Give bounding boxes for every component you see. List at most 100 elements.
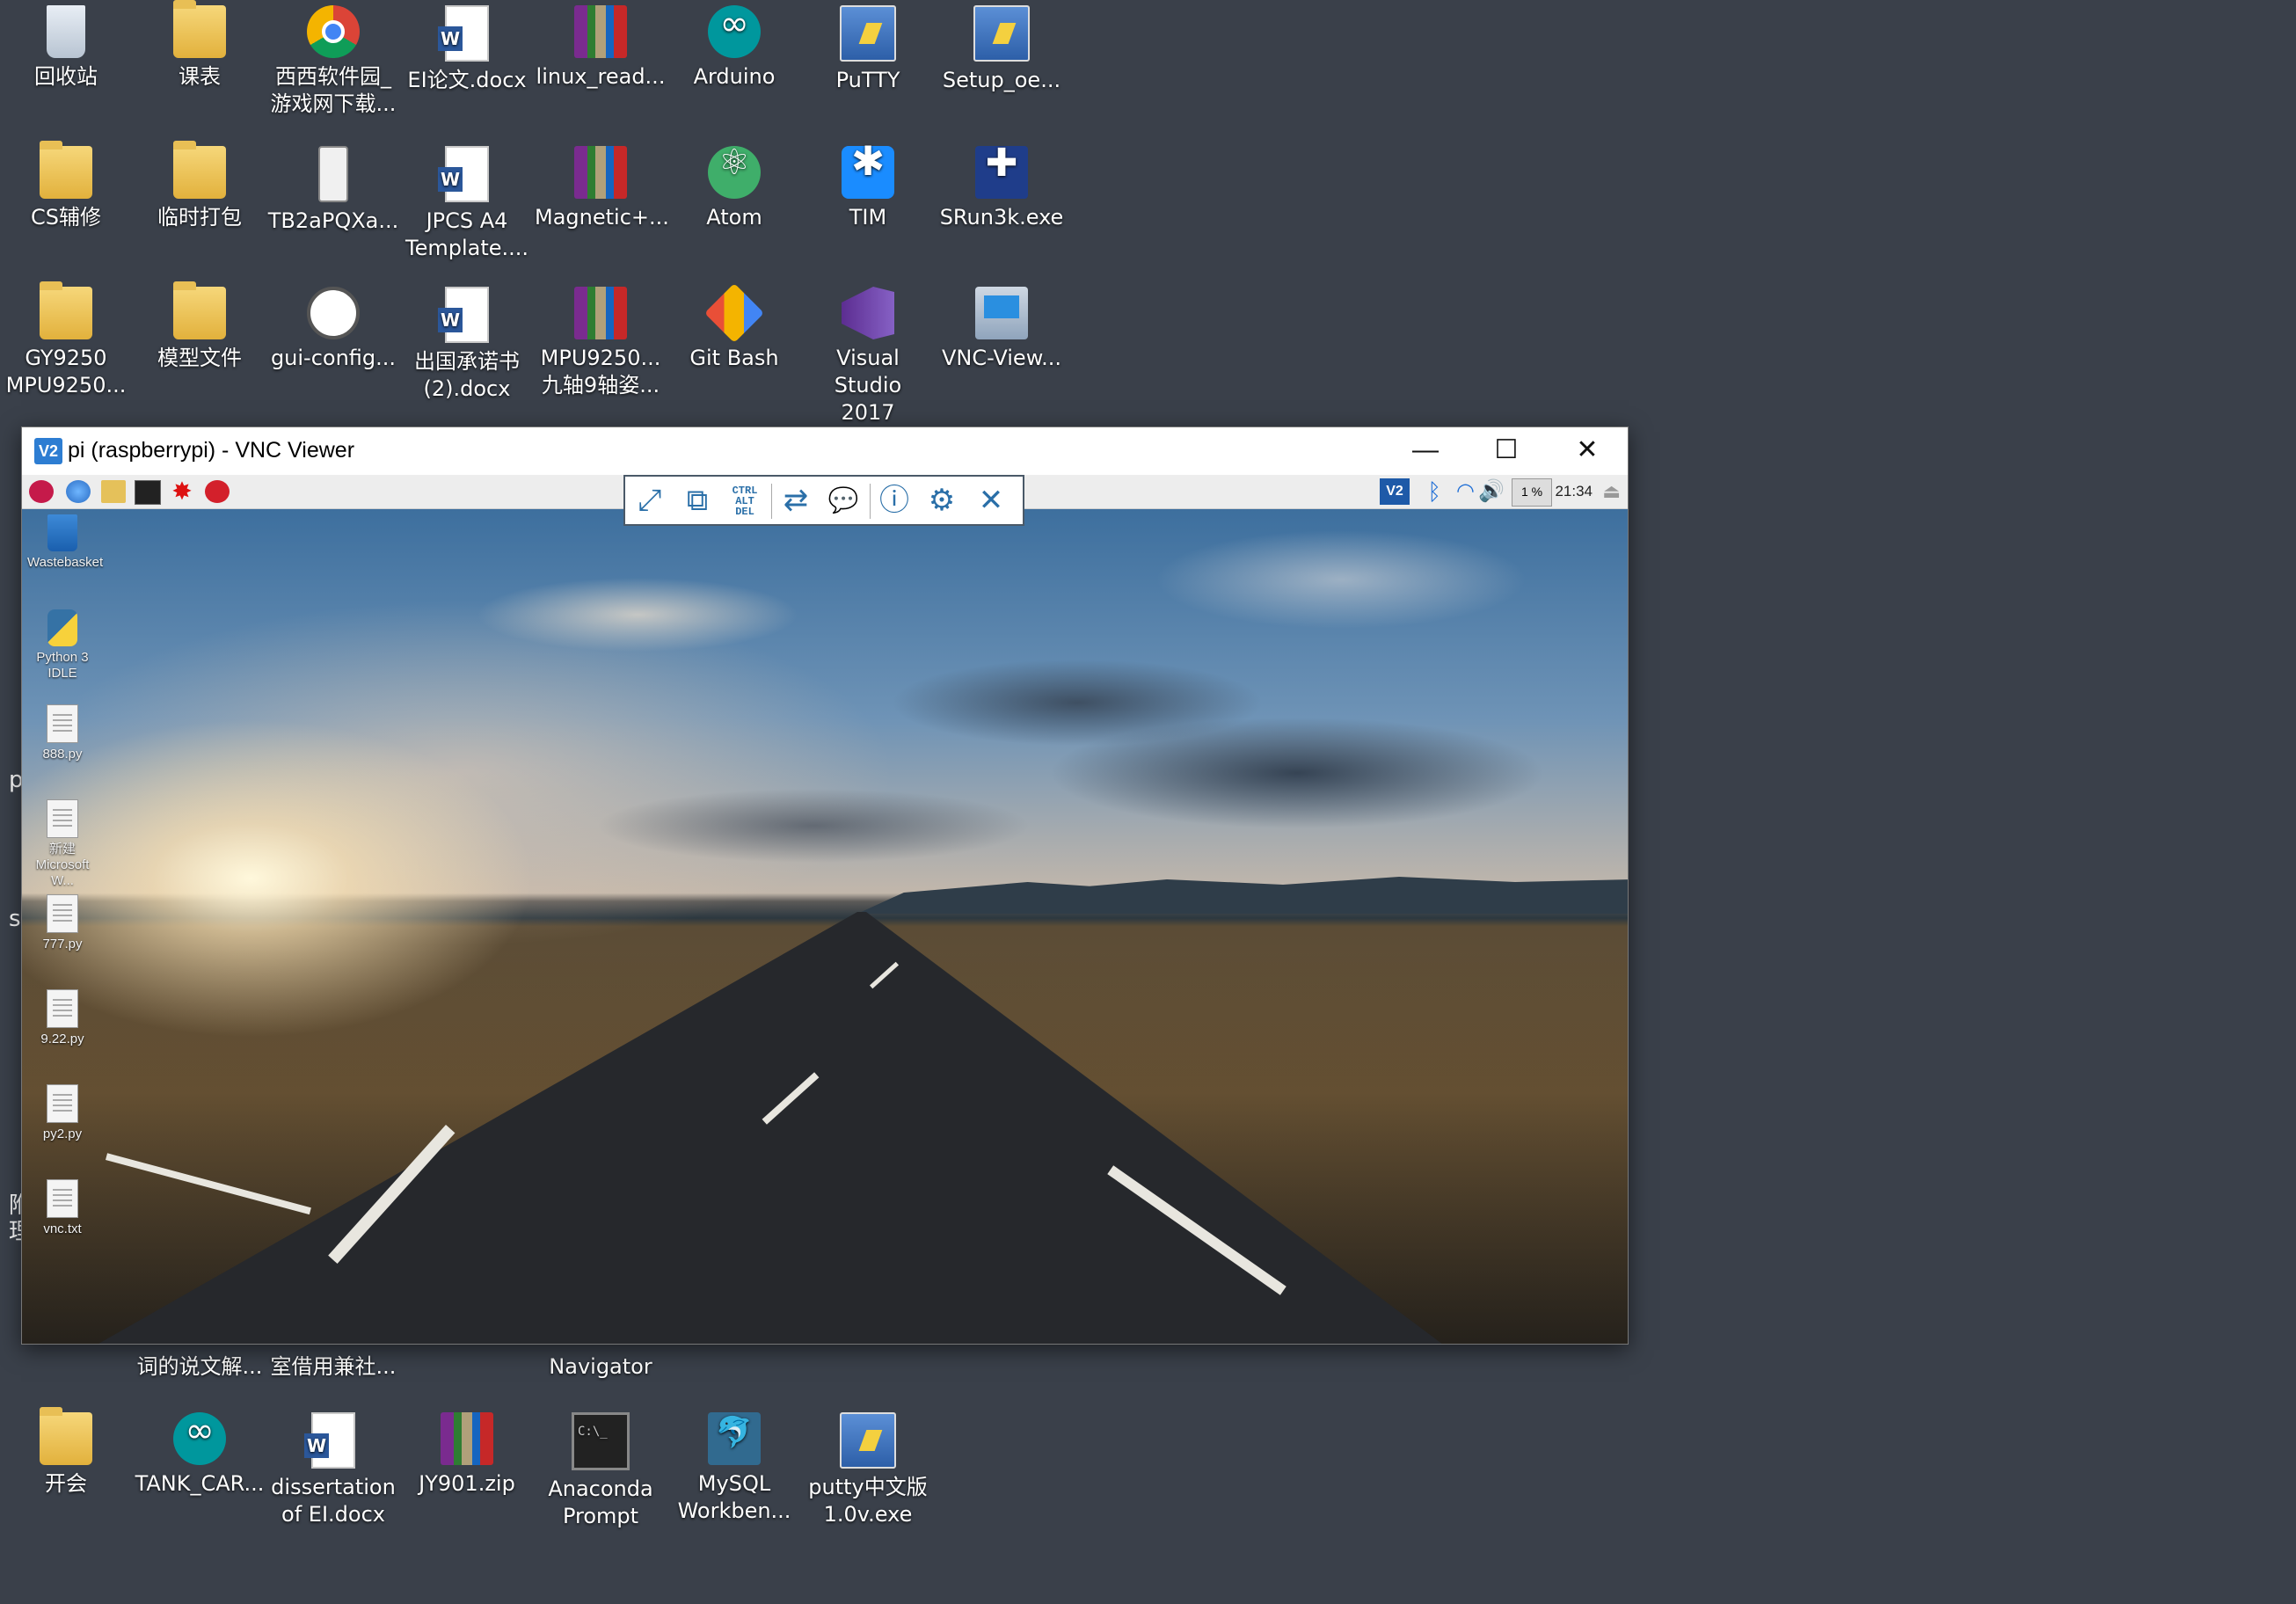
desktop-shortcut[interactable]: Git Bash (668, 281, 800, 372)
gui-config-icon (307, 287, 360, 339)
desktop-shortcut[interactable]: putty中文版 1.0v.exe (802, 1407, 934, 1528)
desktop-shortcut[interactable]: Arduino (668, 0, 800, 91)
settings-button[interactable]: ⚙ (922, 483, 961, 518)
bluetooth-icon[interactable]: ᛒ (1427, 478, 1441, 505)
shortcut-label: Visual Studio 2017 (834, 346, 902, 425)
file-icon (47, 1179, 78, 1218)
pi-desktop-icon[interactable]: 新建 Microsoft W... (27, 799, 98, 889)
desktop-shortcut[interactable]: GY9250 MPU9250... (0, 281, 132, 399)
desktop-shortcut[interactable]: gui-config... (267, 281, 399, 372)
desktop-shortcut[interactable]: 课表 (134, 0, 266, 91)
clock[interactable]: 21:34 (1555, 478, 1593, 505)
shortcut-label: 回收站 (34, 64, 98, 89)
info-button[interactable]: ⓘ (875, 483, 914, 518)
partial-shortcut-label[interactable]: 词的说文解... (134, 1353, 266, 1381)
shortcut-label: 模型文件 (157, 346, 242, 370)
title-bar[interactable]: V2 pi (raspberrypi) - VNC Viewer — ☐ ✕ (22, 427, 1628, 475)
desktop-shortcut[interactable]: 开会 (0, 1407, 132, 1498)
pi-icon-label: Python 3 IDLE (36, 650, 89, 681)
file-manager-icon[interactable] (101, 480, 126, 503)
cpu-usage-monitor: 1 % (1512, 478, 1552, 507)
pi-desktop-icon[interactable]: vnc.txt (27, 1179, 98, 1237)
desktop-shortcut[interactable]: CS辅修 (0, 141, 132, 231)
setup-installer-icon (973, 5, 1030, 62)
folder-icon (40, 281, 92, 339)
desktop-shortcut[interactable]: 出国承诺书 (2).docx (401, 281, 533, 403)
close-button[interactable]: ✕ (1547, 427, 1628, 475)
word-document-icon (438, 287, 489, 343)
desktop-shortcut[interactable]: VNC-View... (936, 281, 1068, 372)
desktop-shortcut[interactable]: linux_read... (535, 0, 667, 91)
shortcut-label: TANK_CAR... (135, 1471, 265, 1496)
partial-shortcut-label[interactable]: 室借用兼社... (267, 1353, 399, 1381)
desktop-shortcut[interactable]: TIM (802, 141, 934, 231)
eject-icon[interactable]: ⏏ (1602, 478, 1621, 505)
ctrl-alt-del-button[interactable]: CTRL ALT DEL (725, 483, 764, 521)
desktop-shortcut[interactable]: SRun3k.exe (936, 141, 1068, 231)
terminal-icon[interactable] (135, 480, 161, 505)
desktop-shortcut[interactable]: 临时打包 (134, 141, 266, 231)
pi-desktop-icon[interactable]: 777.py (27, 894, 98, 952)
desktop-shortcut[interactable]: 西西软件园_ 游戏网下载... (267, 0, 399, 118)
desktop-shortcut[interactable]: TANK_CAR... (134, 1407, 266, 1498)
file-icon (47, 989, 78, 1028)
shortcut-label: PuTTY (835, 68, 900, 92)
shortcut-label: JPCS A4 Template.... (405, 208, 529, 260)
scale-button[interactable]: ⧉ (678, 483, 717, 518)
desktop-shortcut[interactable]: TB2aPQXa... (267, 141, 399, 235)
desktop-shortcut[interactable]: JY901.zip (401, 1407, 533, 1498)
pi-desktop-icon[interactable]: 9.22.py (27, 989, 98, 1047)
vnc-viewer-window[interactable]: V2 pi (raspberrypi) - VNC Viewer — ☐ ✕ ✸… (21, 427, 1629, 1345)
minimize-button[interactable]: — (1385, 427, 1466, 475)
wastebasket-icon (47, 514, 77, 551)
pi-icon-label: 888.py (42, 747, 83, 762)
desktop-shortcut[interactable]: PuTTY (802, 0, 934, 94)
file-transfer-button[interactable]: ⇄ (776, 483, 815, 518)
pi-desktop-icon[interactable]: 888.py (27, 704, 98, 762)
shortcut-label: 出国承诺书 (2).docx (414, 349, 520, 401)
volume-icon[interactable]: 🔊 (1478, 478, 1505, 505)
desktop-shortcut[interactable]: 回收站 (0, 0, 132, 91)
shortcut-label: linux_read... (536, 64, 666, 89)
web-browser-icon[interactable] (66, 480, 91, 503)
shortcut-label: EI论文.docx (407, 68, 527, 92)
maximize-button[interactable]: ☐ (1466, 427, 1547, 475)
desktop-shortcut[interactable]: Visual Studio 2017 (802, 281, 934, 427)
folder-icon (173, 281, 226, 339)
desktop-shortcut[interactable]: EI论文.docx (401, 0, 533, 94)
desktop-shortcut[interactable]: Anaconda Prompt (535, 1407, 667, 1530)
shortcut-label: 课表 (179, 64, 221, 89)
shortcut-label: 西西软件园_ 游戏网下载... (270, 64, 397, 116)
mathematica-icon[interactable]: ✸ (170, 479, 194, 504)
pi-desktop-icon[interactable]: py2.py (27, 1084, 98, 1142)
file-icon (47, 1084, 78, 1123)
desktop-shortcut[interactable]: MPU9250... 九轴9轴姿... (535, 281, 667, 399)
remote-desktop-view[interactable]: Wastebasket Python 3 IDLE 888.py 新建 Microso… (22, 509, 1628, 1344)
git-bash-icon (704, 283, 764, 343)
desktop-shortcut[interactable]: Atom (668, 141, 800, 231)
vnc-server-tray-icon[interactable]: V2 (1380, 478, 1410, 505)
close-session-button[interactable]: ✕ (972, 483, 1010, 518)
file-icon (47, 894, 78, 933)
pi-icon-label: py2.py (42, 1126, 83, 1141)
desktop-shortcut[interactable]: 模型文件 (134, 281, 266, 372)
wolfram-icon[interactable] (205, 480, 230, 503)
desktop-shortcut[interactable]: Magnetic+... (535, 141, 669, 231)
shortcut-label: 开会 (45, 1471, 87, 1496)
partial-shortcut-label[interactable]: Navigator (535, 1353, 667, 1381)
shortcut-label: Anaconda Prompt (548, 1476, 653, 1528)
desktop-shortcut[interactable]: dissertation of EI.docx (267, 1407, 399, 1528)
road-marking (106, 1153, 311, 1215)
desktop-shortcut[interactable]: JPCS A4 Template.... (401, 141, 533, 262)
chrome-icon (307, 5, 360, 58)
fullscreen-button[interactable]: ⤢ (630, 483, 669, 518)
desktop-shortcut[interactable]: Setup_oe... (936, 0, 1068, 94)
chat-button[interactable]: 💬 (824, 483, 863, 518)
putty-icon (840, 5, 896, 62)
shortcut-label: dissertation of EI.docx (271, 1475, 396, 1527)
pi-desktop-icon[interactable]: Wastebasket (27, 514, 103, 571)
raspberry-menu-icon[interactable] (29, 480, 54, 503)
pi-desktop-icon[interactable]: Python 3 IDLE (27, 609, 98, 682)
desktop-shortcut[interactable]: MySQL Workben... (668, 1407, 800, 1525)
wifi-icon[interactable]: ◠ (1456, 478, 1475, 505)
